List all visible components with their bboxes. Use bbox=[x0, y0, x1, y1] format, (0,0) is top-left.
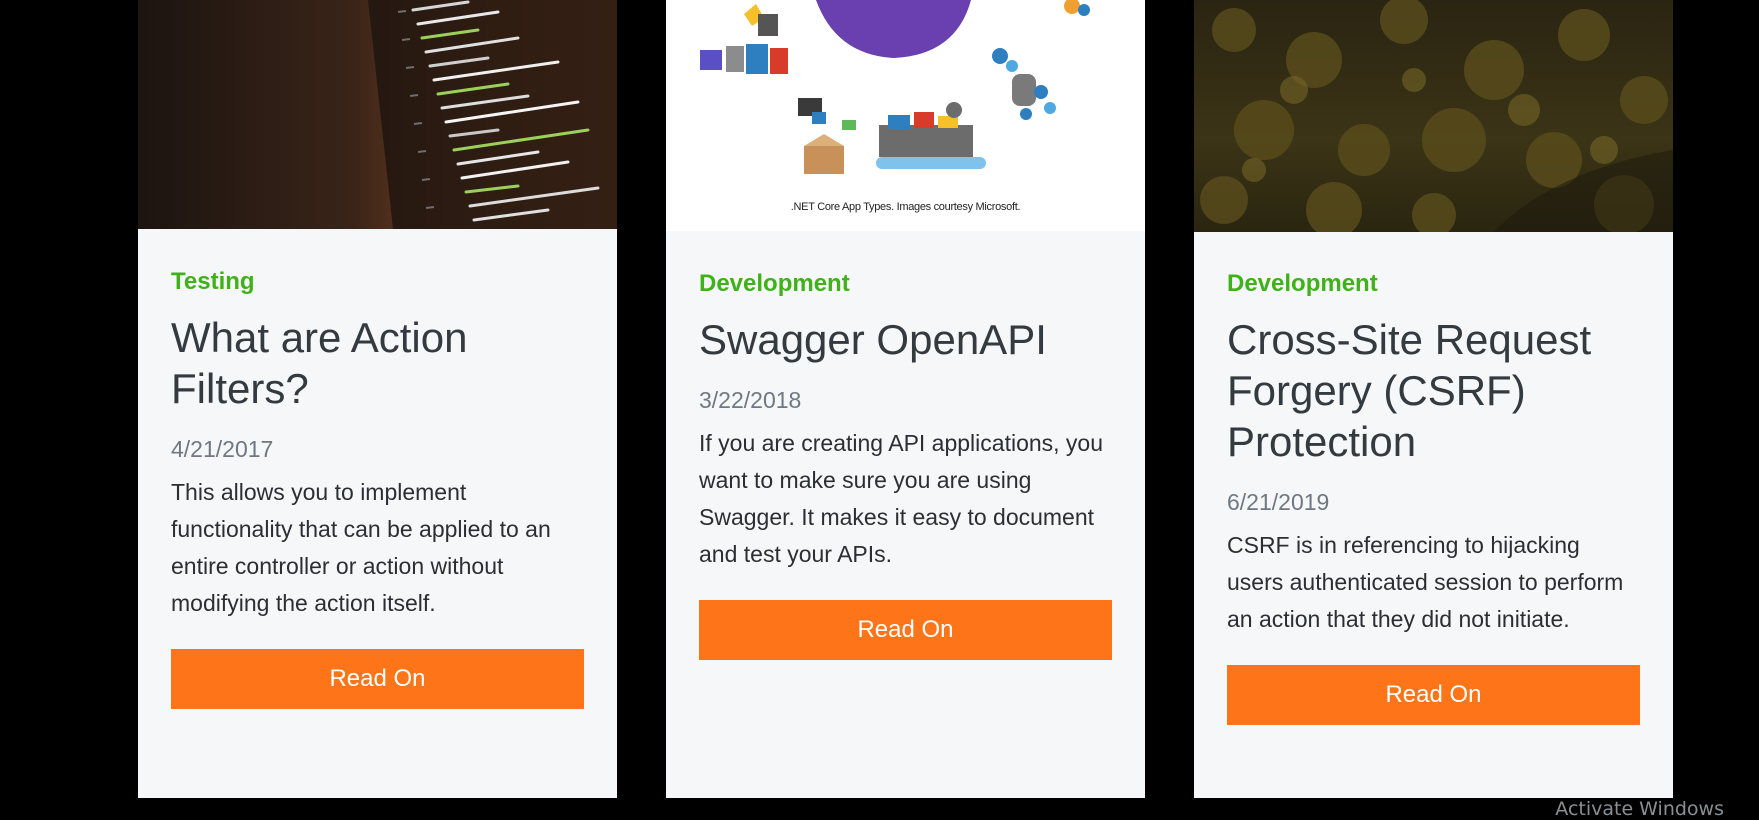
post-title[interactable]: What are Action Filters? bbox=[171, 312, 584, 414]
post-card-action-filters: Testing What are Action Filters? 4/21/20… bbox=[138, 0, 617, 798]
post-category[interactable]: Development bbox=[1227, 268, 1640, 300]
read-on-button[interactable]: Read On bbox=[171, 649, 584, 709]
code-screen-image[interactable] bbox=[138, 0, 617, 229]
post-excerpt: CSRF is in referencing to hijacking user… bbox=[1227, 532, 1624, 632]
post-date: 3/22/2018 bbox=[699, 387, 802, 413]
post-category[interactable]: Development bbox=[699, 268, 1112, 300]
post-category[interactable]: Testing bbox=[171, 266, 584, 298]
post-date: 4/21/2017 bbox=[171, 436, 274, 462]
dotnet-app-types-image[interactable]: .NET Core App Types. Images courtesy Mic… bbox=[666, 0, 1145, 231]
activate-windows-watermark: Activate Windows bbox=[1555, 798, 1724, 820]
post-title[interactable]: Swagger OpenAPI bbox=[699, 314, 1112, 365]
read-on-button[interactable]: Read On bbox=[699, 600, 1112, 660]
image-caption: .NET Core App Types. Images courtesy Mic… bbox=[790, 201, 1021, 213]
post-date: 6/21/2019 bbox=[1227, 489, 1330, 515]
forest-image[interactable] bbox=[1194, 0, 1673, 232]
post-excerpt: If you are creating API applications, yo… bbox=[699, 430, 1104, 567]
post-card-csrf: Development Cross-Site Request Forgery (… bbox=[1194, 0, 1673, 798]
post-card-swagger: .NET Core App Types. Images courtesy Mic… bbox=[666, 0, 1145, 798]
post-excerpt: This allows you to implement functionali… bbox=[171, 479, 551, 616]
post-title[interactable]: Cross-Site Request Forgery (CSRF) Protec… bbox=[1227, 314, 1640, 467]
read-on-button[interactable]: Read On bbox=[1227, 665, 1640, 725]
